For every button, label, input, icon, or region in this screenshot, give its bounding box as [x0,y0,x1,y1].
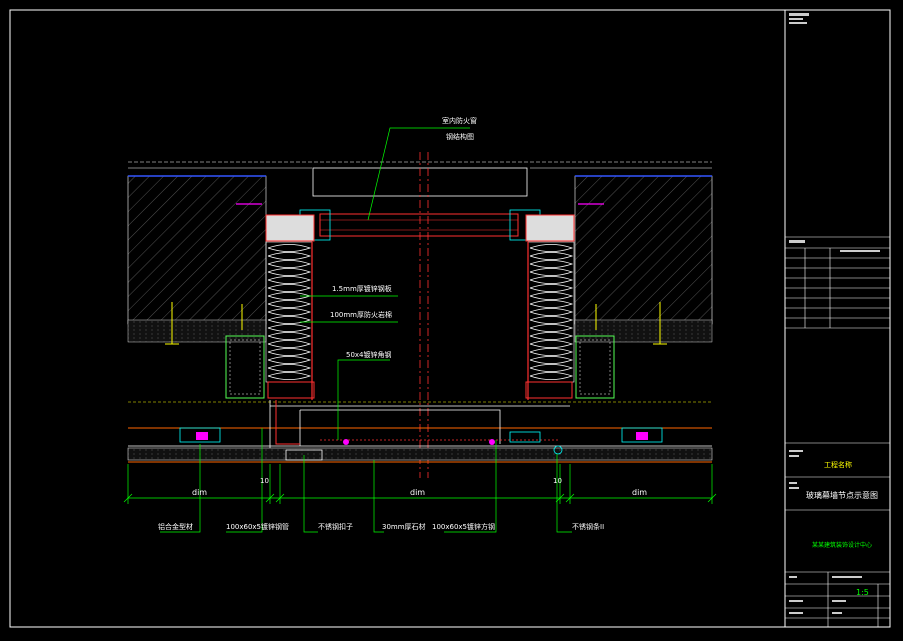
right-channel-box [575,335,615,399]
dim-left: dim [192,488,208,497]
title-project: 工程名称 [824,461,852,469]
dim-ten-right: 10 [553,477,562,485]
dimension-line [123,464,717,504]
title-company: 某某建筑装饰设计中心 [812,542,873,549]
bottom-label-2: 100x60x5镀锌钢管 [226,523,290,531]
dim-mid: dim [410,488,426,497]
left-channel-box [225,335,265,399]
label-fire-window: 室内防火窗 [442,117,477,125]
stone-floor [127,447,713,461]
bottom-label-6: 不锈钢条II [572,523,605,531]
drawing-canvas [9,9,891,628]
label-angle-steel: 50x4镀锌角钢 [346,351,392,359]
right-insulation-column [525,214,575,400]
dim-right: dim [632,488,648,497]
bottom-label-3: 不锈钢扣子 [318,523,353,531]
bottom-leaders [160,428,572,533]
bottom-label-5: 100x60x5镀锌方钢 [432,523,496,531]
fire-window-frame [319,213,519,237]
bottom-label-1: 铝合金型材 [158,523,193,531]
label-steel-structure: 钢结构图 [446,133,474,141]
left-concrete-wall [127,175,267,343]
title-block [785,13,890,627]
title-drawing-name: 玻璃幕墙节点示意图 [806,491,878,500]
bottom-label-4: 30mm厚石材 [382,523,426,531]
label-fire-cotton: 100mm厚防火岩棉 [330,311,392,319]
label-steel-plate: 1.5mm厚镀锌钢板 [332,285,392,293]
title-scale: 1:5 [856,588,869,597]
cad-drawing-viewport[interactable]: 室内防火窗 钢结构图 1.5mm厚镀锌钢板 100mm厚防火岩棉 50x4镀锌角… [0,0,903,637]
left-insulation-column [265,214,315,400]
dim-ten-left: 10 [260,477,269,485]
